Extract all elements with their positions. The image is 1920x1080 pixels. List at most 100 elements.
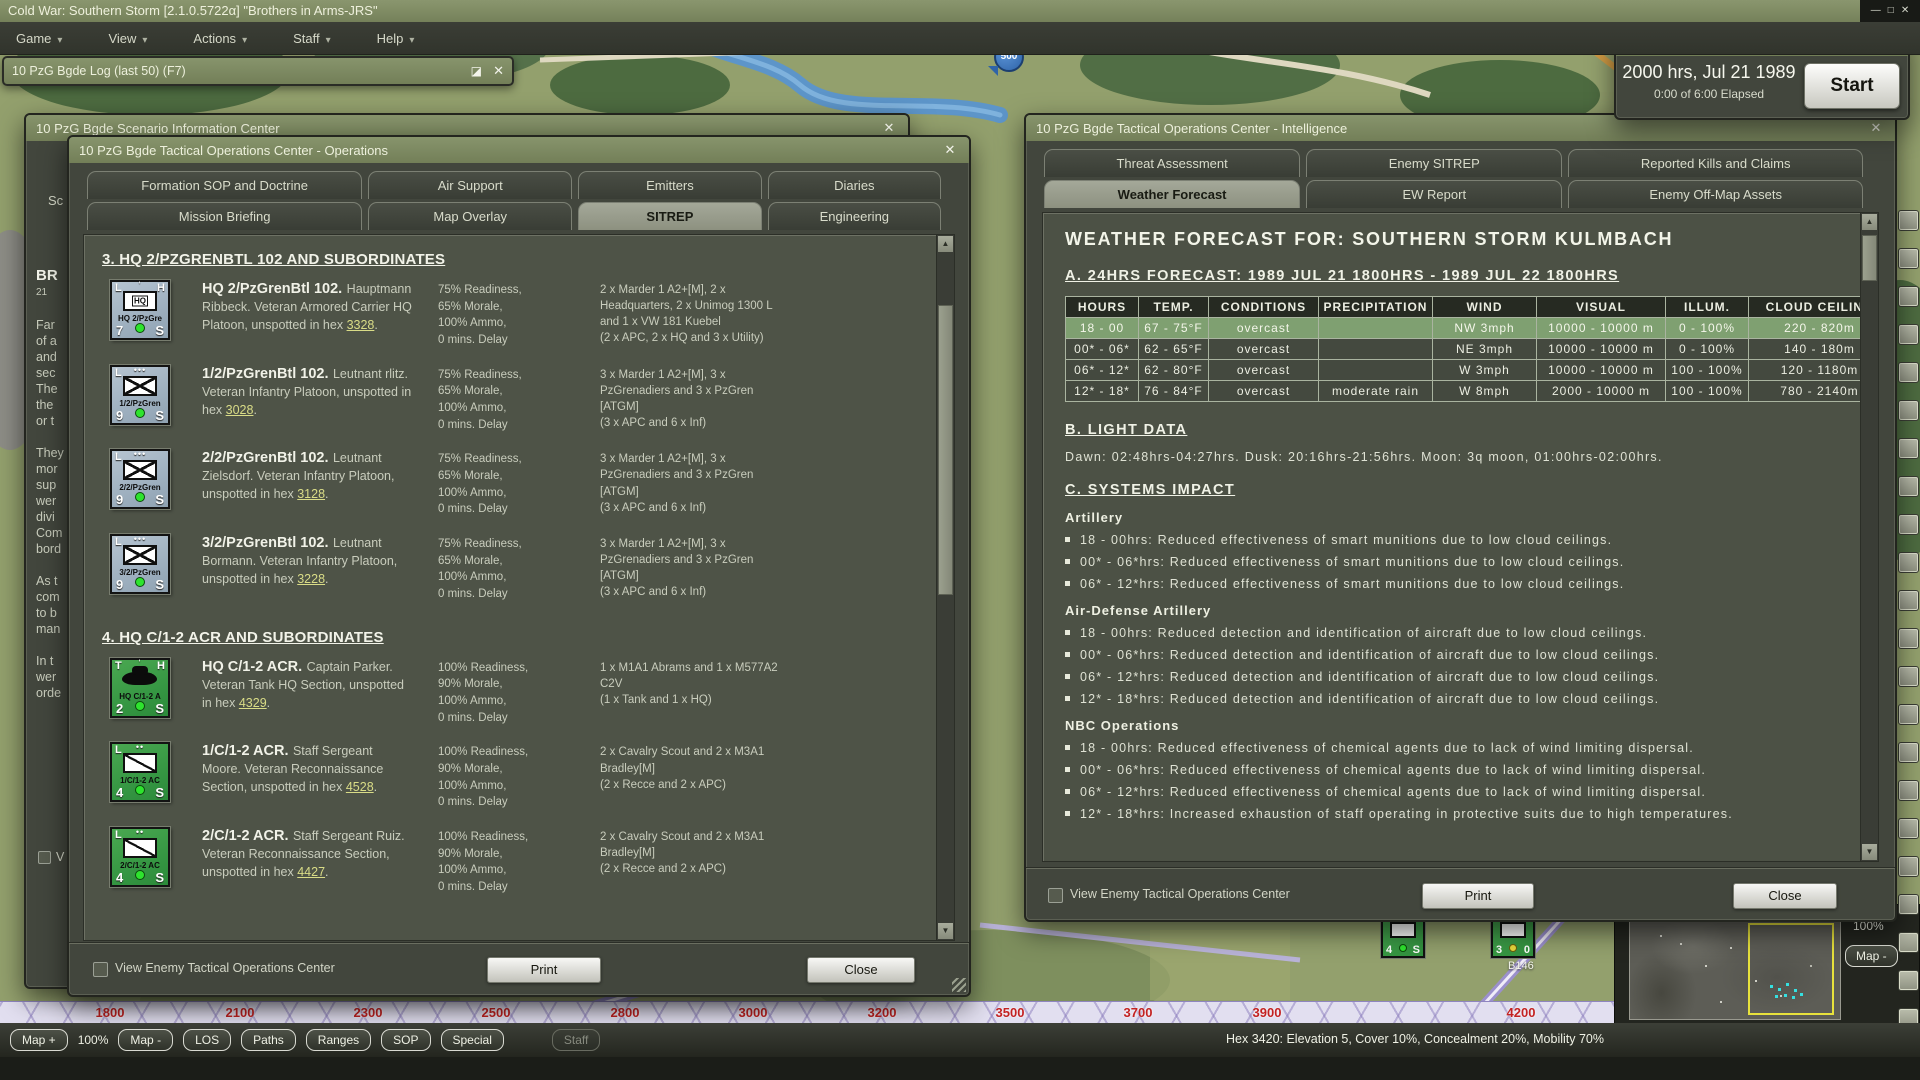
toolbar-button[interactable]: Paths [241, 1029, 296, 1051]
chevron-down-icon: ▾ [326, 35, 331, 46]
operations-tab[interactable]: Formation SOP and Doctrine [87, 171, 362, 199]
operations-window-titlebar[interactable]: 10 PzG Bgde Tactical Operations Center -… [69, 137, 969, 163]
toolbar-button[interactable]: Map + [10, 1029, 68, 1051]
unit-counter-icon[interactable]: L ••• 1/2/PzGren 9 S [110, 365, 170, 425]
side-toolbar-icon[interactable] [1898, 590, 1919, 611]
toolbar-button[interactable]: SOP [381, 1029, 430, 1051]
weather-header-cell: WIND [1433, 297, 1537, 318]
side-toolbar-icon[interactable] [1898, 818, 1919, 839]
operations-tab[interactable]: Diaries [768, 171, 941, 199]
side-toolbar-icon[interactable] [1898, 362, 1919, 383]
chevron-down-icon: ▾ [242, 35, 247, 46]
scroll-down-icon[interactable]: ▼ [938, 923, 953, 939]
menu-item[interactable]: Actions▾ [193, 31, 247, 46]
side-toolbar-icon[interactable] [1898, 704, 1919, 725]
toolbar-button[interactable]: LOS [183, 1029, 231, 1051]
view-enemy-toc-label: View Enemy Tactical Operations Center [115, 961, 335, 975]
operations-tab[interactable]: Mission Briefing [87, 202, 362, 230]
hex-link[interactable]: 3228 [297, 572, 325, 586]
close-icon[interactable]: ✕ [493, 63, 504, 79]
close-icon[interactable]: ✕ [1901, 0, 1909, 22]
scrollbar-thumb[interactable] [938, 305, 953, 595]
scrollbar-thumb[interactable] [1862, 235, 1877, 281]
side-toolbar-icon[interactable] [1898, 438, 1919, 459]
start-button[interactable]: Start [1804, 63, 1900, 109]
side-toolbar-icon[interactable] [1898, 400, 1919, 421]
side-toolbar-icon[interactable] [1898, 286, 1919, 307]
menu-item[interactable]: View▾ [108, 31, 147, 46]
side-toolbar-icon[interactable] [1898, 552, 1919, 573]
popout-icon[interactable]: ◪ [471, 64, 482, 78]
intelligence-tab[interactable]: Reported Kills and Claims [1568, 149, 1863, 177]
menu-item[interactable]: Help▾ [377, 31, 415, 46]
print-button[interactable]: Print [487, 957, 601, 983]
side-toolbar-icon[interactable] [1898, 248, 1919, 269]
operations-tab[interactable]: Map Overlay [368, 202, 572, 230]
resize-grip[interactable] [952, 978, 966, 992]
unit-entry: L ••• 3/2/PzGren 9 S 3/2/PzGrenBtl 102. [102, 534, 924, 603]
hex-link[interactable]: 3128 [297, 487, 325, 501]
side-toolbar-icon[interactable] [1898, 210, 1919, 231]
intelligence-tab[interactable]: Threat Assessment [1044, 149, 1300, 177]
hex-link[interactable]: 4528 [346, 780, 374, 794]
unit-counter-icon[interactable]: L ••• 3/2/PzGren 9 S [110, 534, 170, 594]
close-button[interactable]: Close [1733, 883, 1837, 909]
side-toolbar-icon[interactable] [1898, 970, 1919, 991]
clipped-paragraph-text: and [26, 349, 68, 365]
side-toolbar-icon[interactable] [1898, 628, 1919, 649]
view-enemy-toc-checkbox[interactable] [93, 962, 108, 977]
side-toolbar-icon[interactable] [1898, 476, 1919, 497]
operations-tab[interactable]: Emitters [578, 171, 762, 199]
close-icon[interactable]: ✕ [941, 141, 959, 159]
operations-tab[interactable]: Air Support [368, 171, 572, 199]
restore-icon[interactable]: □ [1888, 0, 1894, 22]
intelligence-tab[interactable]: Enemy SITREP [1306, 149, 1562, 177]
minimap-map-button[interactable]: Map - [1845, 945, 1898, 967]
toolbar-button[interactable]: Map - [118, 1029, 173, 1051]
clipped-tab-text: Sc [38, 193, 63, 209]
close-button[interactable]: Close [807, 957, 915, 983]
scrollbar[interactable]: ▲ ▼ [1860, 213, 1878, 861]
close-icon[interactable]: ✕ [1867, 119, 1885, 137]
menu-item[interactable]: Staff▾ [293, 31, 331, 46]
log-window[interactable]: 10 PzG Bgde Log (last 50) (F7) ◪ ✕ [2, 56, 514, 86]
unit-counter-icon[interactable]: L •• 2/C/1-2 AC 4 S [110, 827, 170, 887]
scenario-checkbox[interactable] [38, 851, 51, 864]
intelligence-tab[interactable]: EW Report [1306, 180, 1562, 208]
operations-tab[interactable]: Engineering [768, 202, 941, 230]
side-toolbar-icon[interactable] [1898, 514, 1919, 535]
print-button[interactable]: Print [1422, 883, 1534, 909]
hex-link[interactable]: 3328 [347, 318, 375, 332]
side-toolbar-icon[interactable] [1898, 932, 1919, 953]
side-toolbar-icon[interactable] [1898, 666, 1919, 687]
impact-item: 12* - 18*hrs: Reduced detection and iden… [1065, 692, 1838, 706]
operations-tab[interactable]: SITREP [578, 202, 762, 230]
minimize-icon[interactable]: — [1871, 0, 1881, 22]
hex-link[interactable]: 4427 [297, 865, 325, 879]
unit-counter-icon[interactable]: L •• 1/C/1-2 AC 4 S [110, 742, 170, 802]
side-toolbar-icon[interactable] [1898, 324, 1919, 345]
intelligence-tab[interactable]: Weather Forecast [1044, 180, 1300, 208]
menu-item[interactable]: Game▾ [16, 31, 62, 46]
toolbar-button[interactable]: 100% [78, 1033, 109, 1047]
scroll-up-icon[interactable]: ▲ [938, 236, 953, 252]
side-toolbar-icon[interactable] [1898, 856, 1919, 877]
hex-link[interactable]: 4329 [239, 696, 267, 710]
side-toolbar-icon[interactable] [1898, 780, 1919, 801]
unit-counter-icon[interactable]: L ••• 2/2/PzGren 9 S [110, 449, 170, 509]
side-toolbar-icon[interactable] [1898, 894, 1919, 915]
minimap[interactable] [1629, 914, 1841, 1020]
minimap-viewport-rectangle[interactable] [1748, 923, 1834, 1015]
side-toolbar-icon[interactable] [1898, 742, 1919, 763]
intelligence-tab[interactable]: Enemy Off-Map Assets [1568, 180, 1863, 208]
scrollbar[interactable]: ▲ ▼ [936, 235, 954, 940]
unit-counter-icon[interactable]: T ' H HQ C/1-2 A 2 S [110, 658, 170, 718]
toolbar-button[interactable]: Staff [552, 1029, 600, 1051]
unit-counter-icon[interactable]: L ' H HQ 2/PzGre 7 S [110, 280, 170, 340]
toolbar-button[interactable]: Ranges [306, 1029, 371, 1051]
view-enemy-toc-checkbox[interactable] [1048, 888, 1063, 903]
scroll-up-icon[interactable]: ▲ [1862, 214, 1877, 230]
scroll-down-icon[interactable]: ▼ [1862, 844, 1877, 860]
hex-link[interactable]: 3028 [226, 403, 254, 417]
toolbar-button[interactable]: Special [441, 1029, 504, 1051]
